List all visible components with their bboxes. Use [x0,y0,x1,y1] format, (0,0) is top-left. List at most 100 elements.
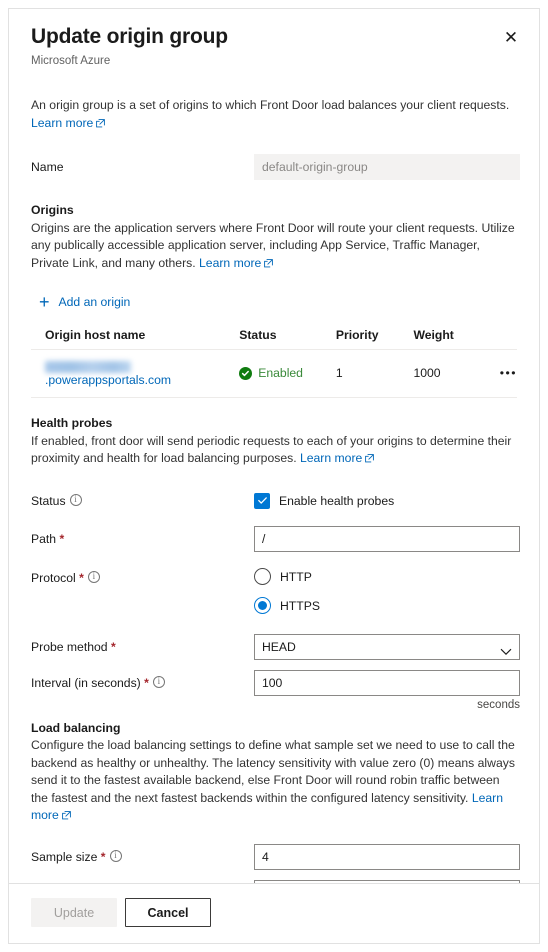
probe-method-label: Probe method [31,639,108,654]
table-row: portalmechanics.powerappsportals.com Ena… [31,349,517,398]
origins-table-header-row: Origin host name Status Priority Weight [31,322,517,350]
panel-subtitle: Microsoft Azure [31,55,111,67]
radio-option-https[interactable]: HTTPS [254,594,517,618]
enable-health-probes-checkbox-row[interactable]: Enable health probes [254,488,517,514]
health-probes-description-block: If enabled, front door will send periodi… [31,433,517,468]
interval-input[interactable] [254,669,520,696]
sample-size-label-wrap: Sample size * [31,844,254,870]
name-control [254,154,520,180]
info-icon[interactable] [69,493,82,506]
health-probes-learn-more-link[interactable]: Learn more [299,451,375,465]
cell-origin-host-name[interactable]: portalmechanics.powerappsportals.com [31,349,240,398]
external-link-icon [96,118,106,128]
required-marker: * [144,675,149,690]
intro-text: An origin group is a set of origins to w… [31,97,517,132]
sample-size-row: Sample size * [31,843,520,870]
radio-option-http[interactable]: HTTP [254,565,517,589]
cell-priority: 1 [335,349,414,398]
path-label: Path [31,531,57,546]
column-status[interactable]: Status [239,322,336,350]
origins-learn-more-link[interactable]: Learn more [199,255,274,270]
update-origin-group-panel: Update origin group Microsoft Azure ✕ An… [8,8,540,944]
health-probes-heading: Health probes [31,416,113,430]
row-context-menu-icon[interactable]: ••• [483,349,517,398]
column-actions [483,322,517,350]
panel-header: Update origin group Microsoft Azure ✕ [9,9,539,69]
status-label: Status [31,493,66,508]
intro-description: An origin group is a set of origins to w… [31,98,510,112]
add-an-origin-button[interactable]: + Add an origin [39,291,517,313]
sample-size-control [254,843,520,870]
path-input[interactable] [254,525,520,552]
sample-size-label: Sample size [31,849,98,864]
interval-suffix: seconds [477,698,520,711]
cell-status: Enabled [239,349,336,398]
plus-icon: + [39,292,50,312]
load-balancing-description: Configure the load balancing settings to… [31,738,515,805]
protocol-control: HTTP HTTPS [254,565,517,618]
path-label-wrap: Path * [31,526,254,552]
interval-label-wrap: Interval (in seconds) * [31,670,254,696]
column-origin-host-name[interactable]: Origin host name [31,322,240,350]
radio-https-icon[interactable] [254,597,271,614]
panel-body: An origin group is a set of origins to w… [9,97,539,943]
add-an-origin-label: Add an origin [58,295,131,309]
enable-health-probes-label: Enable health probes [279,493,395,508]
required-marker: * [110,639,116,654]
load-balancing-heading: Load balancing [31,720,121,735]
radio-http-label: HTTP [280,569,312,584]
page-title: Update origin group [31,25,228,48]
protocol-row: Protocol * HTTP HTTPS [31,565,517,618]
external-link-icon [365,454,375,463]
interval-control: seconds [254,669,520,711]
required-marker: * [100,849,106,864]
interval-row: Interval (in seconds) * seconds [31,669,520,711]
origins-learn-more-label: Learn more [199,255,262,270]
protocol-label-wrap: Protocol * [31,565,254,591]
origins-description-block: Origins are the application servers wher… [31,220,517,273]
external-link-icon [61,811,71,820]
path-control [254,525,520,552]
radio-https-label: HTTPS [280,598,320,613]
name-row: Name [31,154,520,180]
cancel-button[interactable]: Cancel [125,898,211,927]
origins-heading: Origins [31,203,74,217]
column-priority[interactable]: Priority [335,322,414,350]
health-probes-learn-more-label: Learn more [299,451,363,465]
enable-health-probes-checkbox[interactable] [254,492,270,509]
update-button[interactable]: Update [31,898,117,927]
info-icon[interactable] [87,570,100,583]
close-icon[interactable]: ✕ [497,23,525,51]
probe-method-label-wrap: Probe method * [31,634,254,660]
info-icon[interactable] [152,675,165,688]
cell-weight: 1000 [413,349,484,398]
status-control: Enable health probes [254,488,517,514]
status-badge: Enabled [258,366,303,380]
origins-table: Origin host name Status Priority Weight … [31,322,517,398]
intro-learn-more-label: Learn more [31,115,94,130]
panel-footer: Update Cancel [9,883,539,943]
required-marker: * [59,531,65,546]
probe-method-row: Probe method * [31,633,520,660]
required-marker: * [79,570,84,585]
probe-method-select-wrap [254,633,520,660]
probe-method-control [254,633,520,660]
status-row: Status Enable health probes [31,488,517,514]
protocol-label: Protocol [31,570,76,585]
status-enabled-icon [239,366,253,380]
sample-size-input[interactable] [254,843,520,870]
name-label: Name [31,160,64,174]
radio-http-icon[interactable] [254,568,271,585]
health-probes-description: If enabled, front door will send periodi… [31,433,512,466]
host-name-redacted: portalmechanics [45,361,131,373]
name-input[interactable] [254,154,520,180]
column-weight[interactable]: Weight [413,322,484,350]
external-link-icon [264,258,274,268]
intro-learn-more-link[interactable]: Learn more [31,115,106,130]
probe-method-select[interactable] [254,633,520,660]
interval-label: Interval (in seconds) [31,675,141,690]
info-icon[interactable] [109,849,122,862]
status-label-wrap: Status [31,488,254,514]
path-row: Path * [31,525,520,552]
load-balancing-description-block: Configure the load balancing settings to… [31,737,517,825]
